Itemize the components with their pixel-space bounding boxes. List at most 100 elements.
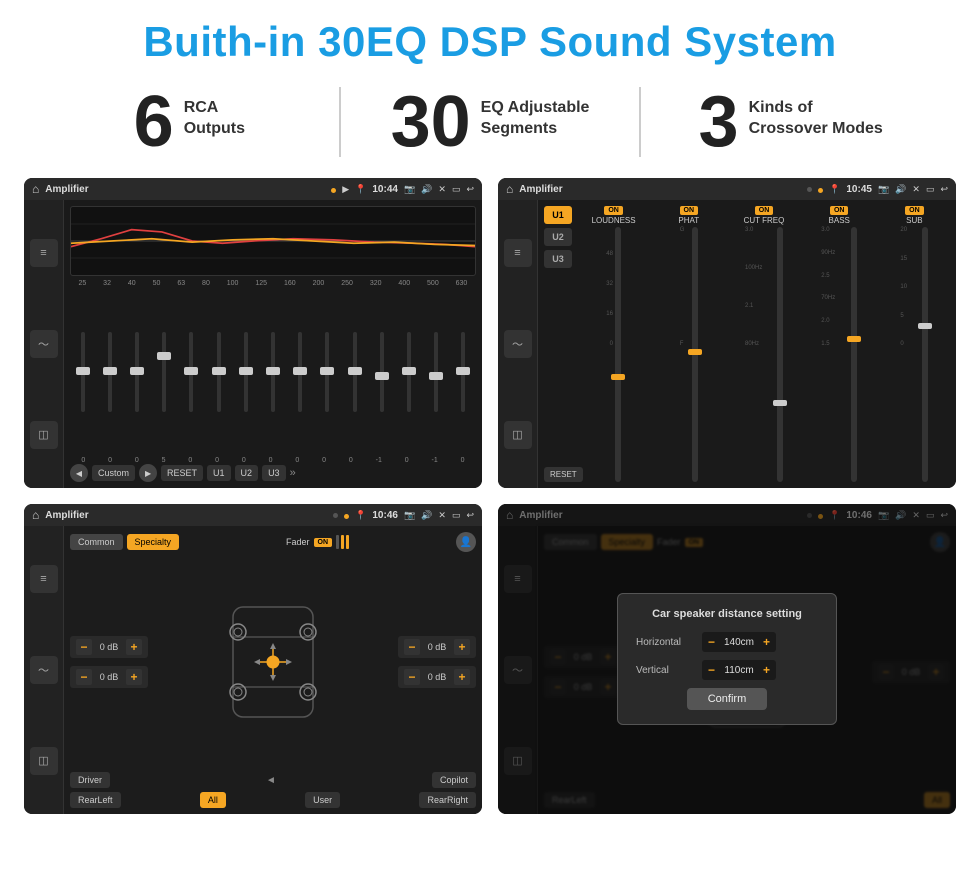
fader-side-btn-3[interactable]: ◫: [30, 747, 58, 775]
horizontal-row: Horizontal − 140cm +: [636, 632, 818, 652]
horizontal-label: Horizontal: [636, 637, 696, 648]
eq-main: 2532405063 80100125160200 25032040050063…: [64, 200, 482, 488]
copilot-btn-3[interactable]: Copilot: [432, 772, 476, 788]
eq-u1-btn[interactable]: U1: [207, 465, 231, 481]
horizontal-control: − 140cm +: [702, 632, 776, 652]
eq-slider-4[interactable]: [152, 332, 177, 412]
rl-plus-btn[interactable]: +: [126, 669, 142, 685]
eq-side-btn-1[interactable]: ≡: [30, 239, 58, 267]
side-controls-1: ≡ 〜 ◫: [24, 200, 64, 488]
right-speaker-col: − 0 dB + − 0 dB +: [398, 636, 476, 688]
horizontal-value: 140cm: [719, 637, 759, 648]
fr-plus-btn[interactable]: +: [454, 639, 470, 655]
cutfreq-on: ON: [755, 206, 774, 215]
back-icon-2: ↩: [940, 184, 948, 195]
amp-side-btn-3[interactable]: ◫: [504, 421, 532, 449]
eq-side-btn-3[interactable]: ◫: [30, 421, 58, 449]
channel-cutfreq: ON CUT FREQ 3.0100Hz2.180Hz: [728, 206, 799, 482]
db-control-rr: − 0 dB +: [398, 666, 476, 688]
eq-slider-9[interactable]: [288, 332, 313, 412]
eq-slider-3[interactable]: [124, 332, 149, 412]
profile-icon-3[interactable]: 👤: [456, 532, 476, 552]
eq-slider-5[interactable]: [179, 332, 204, 412]
speaker-layout: − 0 dB + − 0 dB +: [70, 556, 476, 768]
phat-slider[interactable]: [692, 227, 698, 482]
eq-slider-13[interactable]: [396, 332, 421, 412]
amp-side-btn-2[interactable]: 〜: [504, 330, 532, 358]
rr-plus-btn[interactable]: +: [454, 669, 470, 685]
tab-common-3[interactable]: Common: [70, 534, 123, 550]
sub-slider[interactable]: [922, 227, 928, 482]
eq-u2-btn[interactable]: U2: [235, 465, 259, 481]
loudness-name: LOUDNESS: [592, 216, 636, 225]
eq-slider-8[interactable]: [260, 332, 285, 412]
vertical-plus-btn[interactable]: +: [763, 663, 770, 677]
driver-btn-3[interactable]: Driver: [70, 772, 110, 788]
rr-minus-btn[interactable]: −: [404, 669, 420, 685]
u2-btn[interactable]: U2: [544, 228, 572, 246]
horizontal-minus-btn[interactable]: −: [708, 635, 715, 649]
eq-reset-btn[interactable]: RESET: [161, 465, 203, 481]
eq-slider-11[interactable]: [342, 332, 367, 412]
window-icon-3: ▭: [452, 510, 461, 521]
page-title: Buith-in 30EQ DSP Sound System: [0, 0, 980, 76]
stat-crossover: 3 Kinds ofCrossover Modes: [661, 86, 920, 158]
screens-grid: ⌂ Amplifier ▶ 📍 10:44 📷 🔊 ✕ ▭ ↩ ≡ 〜 ◫: [0, 172, 980, 824]
screen2-time: 10:45: [846, 184, 872, 195]
rearleft-btn-3[interactable]: RearLeft: [70, 792, 121, 808]
back-icon-1: ↩: [466, 184, 474, 195]
vertical-minus-btn[interactable]: −: [708, 663, 715, 677]
camera-icon-3: 📷: [404, 510, 415, 521]
eq-slider-15[interactable]: [451, 332, 476, 412]
cutfreq-slider[interactable]: [777, 227, 783, 482]
rl-minus-btn[interactable]: −: [76, 669, 92, 685]
screen3-content: ≡ 〜 ◫ Common Specialty Fader ON: [24, 526, 482, 814]
amp-side-btn-1[interactable]: ≡: [504, 239, 532, 267]
tab-specialty-3[interactable]: Specialty: [127, 534, 180, 550]
rearright-btn-3[interactable]: RearRight: [419, 792, 476, 808]
close-icon-1: ✕: [438, 184, 446, 195]
fl-minus-btn[interactable]: −: [76, 639, 92, 655]
db-control-fl: − 0 dB +: [70, 636, 148, 658]
location-icon-3: 📍: [355, 510, 366, 521]
u1-btn[interactable]: U1: [544, 206, 572, 224]
fr-minus-btn[interactable]: −: [404, 639, 420, 655]
screen1-content: ≡ 〜 ◫: [24, 200, 482, 488]
tab-row-3: Common Specialty Fader ON 👤: [70, 532, 476, 552]
user-btn-3[interactable]: User: [305, 792, 340, 808]
status-dot-1a: [331, 180, 336, 198]
eq-slider-7[interactable]: [233, 332, 258, 412]
screen3-title: Amplifier: [45, 510, 327, 521]
fader-side-btn-2[interactable]: 〜: [30, 656, 58, 684]
side-controls-2: ≡ 〜 ◫: [498, 200, 538, 488]
eq-u3-btn[interactable]: U3: [262, 465, 286, 481]
bass-on: ON: [830, 206, 849, 215]
channel-loudness: ON LOUDNESS 4832160: [578, 206, 649, 482]
play-icon-1: ▶: [342, 184, 349, 195]
eq-slider-14[interactable]: [424, 332, 449, 412]
eq-bottom-controls: ◀ Custom ▶ RESET U1 U2 U3 »: [70, 464, 476, 482]
eq-slider-10[interactable]: [315, 332, 340, 412]
eq-side-btn-2[interactable]: 〜: [30, 330, 58, 358]
loudness-slider[interactable]: [615, 227, 621, 482]
stat-divider-2: [639, 87, 641, 157]
eq-slider-2[interactable]: [97, 332, 122, 412]
status-dot-3b: [344, 506, 349, 524]
all-btn-3[interactable]: All: [200, 792, 226, 808]
expand-icon: »: [290, 467, 296, 479]
bass-name: BASS: [829, 216, 850, 225]
fl-plus-btn[interactable]: +: [126, 639, 142, 655]
eq-slider-1[interactable]: [70, 332, 95, 412]
eq-prev-btn[interactable]: ◀: [70, 464, 88, 482]
amp-reset-btn[interactable]: RESET: [544, 467, 583, 482]
fader-side-btn-1[interactable]: ≡: [30, 565, 58, 593]
eq-slider-6[interactable]: [206, 332, 231, 412]
eq-sliders: [70, 289, 476, 455]
eq-play-btn[interactable]: ▶: [139, 464, 157, 482]
horizontal-plus-btn[interactable]: +: [763, 635, 770, 649]
confirm-button[interactable]: Confirm: [687, 688, 767, 710]
eq-slider-12[interactable]: [369, 332, 394, 412]
fader-on-badge: ON: [314, 538, 333, 547]
u3-btn[interactable]: U3: [544, 250, 572, 268]
bass-slider[interactable]: [851, 227, 857, 482]
